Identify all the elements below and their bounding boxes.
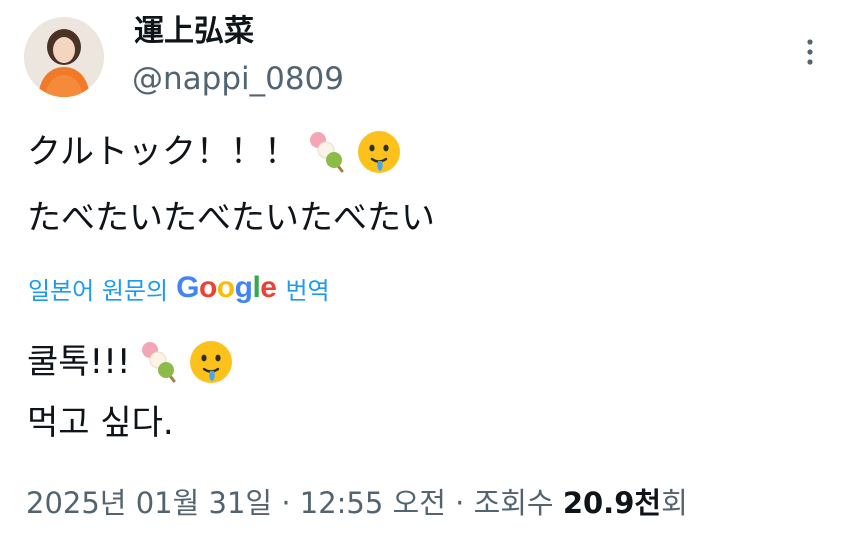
translated-text-line: 먹고 싶다. [27,399,174,447]
translate-suffix: 번역 [285,276,330,305]
translate-prefix: 일본어 원문의 [28,276,169,305]
tweet-meta: 2025년 01월 31일 · 12:55 오전 · 조회수 20.9천회 [26,479,688,527]
tweet-text-line: クルトック！！！ [27,128,402,176]
tweet-text: たべたいたべたいたべたい [27,198,435,238]
views-unit: 천 [634,486,662,520]
translate-link[interactable]: 일본어 원문의 Google 번역 [28,266,330,310]
more-vertical-icon [807,39,813,65]
translated-text-line: 쿨톡!!! [27,338,234,386]
face-holding-back-tears-emoji [190,341,233,383]
google-logo: Google [176,271,277,304]
views-count: 20.9 [562,486,635,520]
views-suffix: 회 [661,486,688,520]
meta-separator: · [281,486,291,520]
translated-text: 먹고 싶다. [27,403,174,443]
translated-text: 쿨톡!!! [27,342,131,382]
tweet-time[interactable]: 12:55 오전 [300,486,446,520]
views-label: 조회수 [473,486,554,520]
author-display-name[interactable]: 運上弘菜 [134,10,254,54]
author-handle[interactable]: @nappi_0809 [132,57,344,101]
tweet-date[interactable]: 2025년 01월 31일 [26,486,272,520]
more-options-button[interactable] [796,32,824,72]
meta-separator: · [455,486,465,520]
face-holding-back-tears-emoji [357,131,400,173]
avatar[interactable] [24,17,104,97]
tweet-text-line: たべたいたべたいたべたい [27,194,435,242]
tweet-text: クルトック！！！ [27,132,298,172]
dango-emoji [142,342,176,383]
dango-emoji [309,132,344,173]
tweet-card: 運上弘菜 @nappi_0809 クルトック！！！ たべたいたべたいたべたい 일… [0,0,850,549]
avatar-image [24,17,104,97]
